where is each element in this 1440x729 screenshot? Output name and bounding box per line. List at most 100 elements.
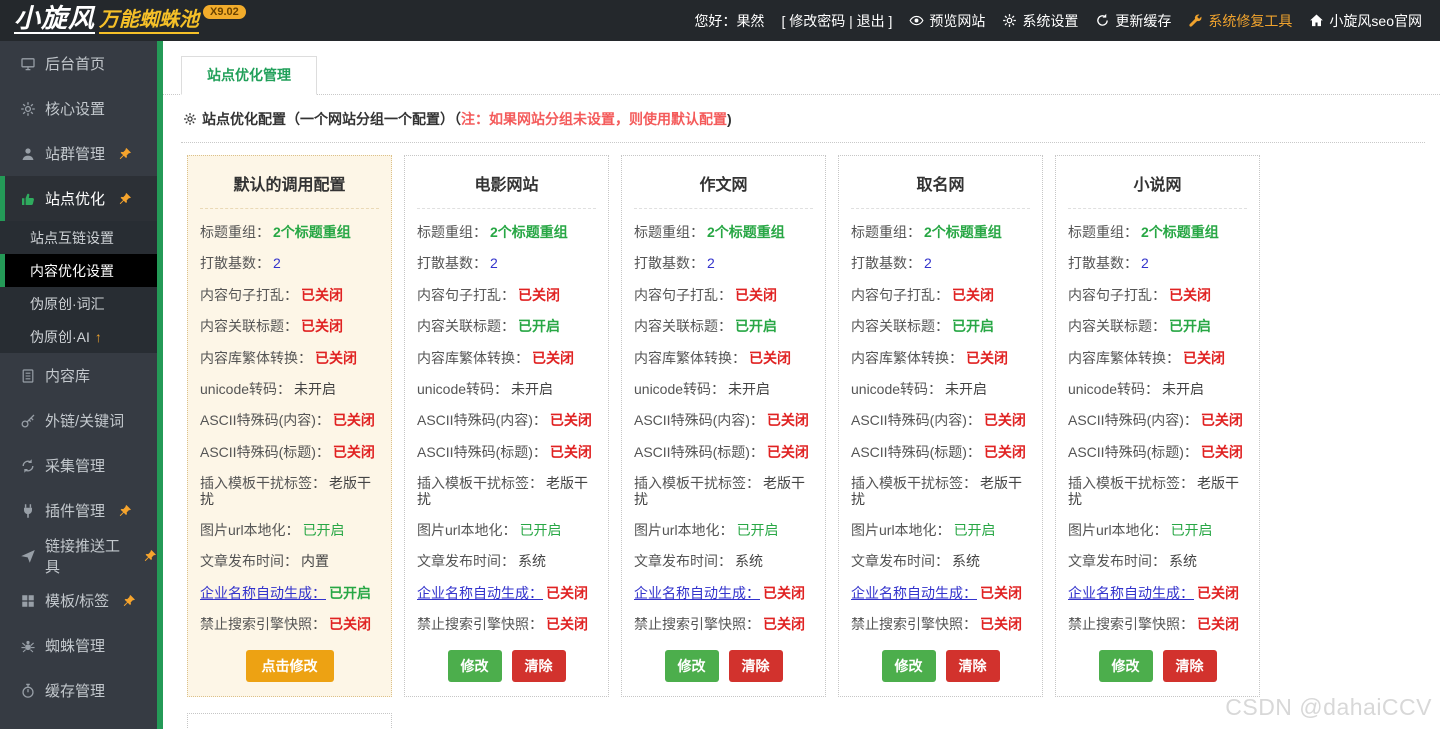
card-actions: 点击修改	[200, 650, 379, 682]
config-row-value: 已关闭	[763, 616, 805, 632]
config-row-value: 已关闭	[1197, 585, 1239, 601]
config-row-label: 内容句子打乱：	[851, 287, 949, 303]
header-nav-item[interactable]: 更新缓存	[1095, 11, 1171, 31]
config-row-label: 禁止搜索引擎快照：	[417, 616, 543, 632]
header-nav-item[interactable]: 系统修复工具	[1188, 11, 1292, 31]
card-action-button[interactable]: 清除	[729, 650, 783, 682]
sidebar-item-label: 核心设置	[45, 98, 105, 119]
config-row: 禁止搜索引擎快照：已关闭	[1068, 617, 1247, 632]
config-row-label: 标题重组：	[634, 224, 704, 240]
config-row-label: ASCII特殊码(标题)：	[634, 444, 764, 460]
config-cards: 默认的调用配置 标题重组：2个标题重组 打散基数：2 内容句子打乱：已关闭	[163, 143, 1440, 729]
sidebar-item[interactable]: 采集管理	[0, 443, 157, 488]
config-row-label[interactable]: 企业名称自动生成：	[1068, 585, 1194, 601]
config-row: ASCII特殊码(标题)：已关闭	[200, 445, 379, 460]
config-row-label: unicode转码：	[634, 381, 725, 397]
header-nav-item[interactable]: 预览网站	[909, 11, 985, 31]
sidebar-subitem[interactable]: 伪原创·AI ↑	[0, 320, 157, 353]
config-row-label: ASCII特殊码(标题)：	[417, 444, 547, 460]
card-action-button[interactable]: 修改	[882, 650, 936, 682]
config-row-label[interactable]: 企业名称自动生成：	[634, 585, 760, 601]
card-action-button[interactable]: 修改	[1099, 650, 1153, 682]
config-card: 默认的调用配置 标题重组：2个标题重组 打散基数：2 内容句子打乱：已关闭	[187, 155, 392, 697]
sidebar-item-label: 模板/标签	[45, 590, 109, 611]
config-row-label: 内容关联标题：	[200, 318, 298, 334]
config-row-label: 内容库繁体转换：	[851, 350, 963, 366]
pin-icon	[118, 192, 132, 206]
sidebar-item[interactable]: 核心设置	[0, 86, 157, 131]
config-row-label[interactable]: 企业名称自动生成：	[417, 585, 543, 601]
sidebar-subitem[interactable]: 内容优化设置	[0, 254, 157, 287]
config-row-value: 未开启	[1162, 381, 1204, 397]
sidebar-item[interactable]: 站群管理	[0, 131, 157, 176]
header-nav-item[interactable]: 系统设置	[1002, 11, 1078, 31]
sidebar-item[interactable]: 插件管理	[0, 488, 157, 533]
config-row-label: 图片url本地化：	[1068, 522, 1168, 538]
tab-site-optimization[interactable]: 站点优化管理	[181, 56, 317, 95]
card-title: 小说网	[1068, 156, 1247, 209]
timer-icon	[20, 683, 36, 699]
config-row-label: 内容库繁体转换：	[200, 350, 312, 366]
sidebar-item[interactable]: 后台首页	[0, 41, 157, 86]
sidebar-item[interactable]: 站点优化	[0, 176, 157, 221]
sidebar-item[interactable]: 蜘蛛管理	[0, 623, 157, 668]
card-action-button[interactable]: 清除	[946, 650, 1000, 682]
logo-text-secondary: 万能蜘蛛池	[99, 9, 199, 34]
config-row-value: 已关闭	[550, 444, 592, 460]
config-row-value: 已关闭	[767, 412, 809, 428]
card-title: 新闻站	[200, 714, 379, 729]
config-row-value: 2	[490, 255, 498, 271]
card-action-button[interactable]: 修改	[448, 650, 502, 682]
sidebar-item[interactable]: 模板/标签	[0, 578, 157, 623]
header-nav-item[interactable]: 小旋风seo官网	[1309, 11, 1422, 31]
logout-link[interactable]: 退出	[857, 13, 885, 29]
sidebar-item[interactable]: 缓存管理	[0, 668, 157, 713]
config-row-value: 已关闭	[1169, 287, 1211, 303]
config-row-label: 内容句子打乱：	[200, 287, 298, 303]
config-row-value: 已关闭	[952, 287, 994, 303]
config-row: ASCII特殊码(标题)：已关闭	[851, 445, 1030, 460]
card-action-button[interactable]: 点击修改	[246, 650, 334, 682]
config-row-value: 已开启	[1171, 522, 1213, 538]
account-links: [ 修改密码 | 退出 ]	[781, 11, 892, 31]
config-row-value: 系统	[735, 553, 763, 569]
card-action-button[interactable]: 修改	[665, 650, 719, 682]
config-row-value: 2个标题重组	[707, 224, 785, 240]
sidebar-item-label: 链接推送工具	[45, 535, 130, 577]
config-row-label: 打散基数：	[851, 255, 921, 271]
config-row: 标题重组：2个标题重组	[417, 225, 596, 240]
monitor-icon	[20, 56, 36, 72]
user-greeting: 您好：果然	[694, 11, 764, 31]
sidebar-subitem[interactable]: 站点互链设置	[0, 221, 157, 254]
sidebar-item-label: 内容库	[45, 365, 90, 386]
config-row-value: 已关闭	[966, 350, 1008, 366]
config-row: 插入模板干扰标签：老版干扰	[851, 476, 1030, 507]
config-row-label: 图片url本地化：	[200, 522, 300, 538]
change-password-link[interactable]: 修改密码	[789, 13, 845, 29]
config-card: 新闻站 标题重组：2个标题重组	[187, 713, 392, 729]
config-row: 图片url本地化：已开启	[200, 523, 379, 538]
app-logo[interactable]: 小旋风 万能蜘蛛池 X9.02	[0, 3, 260, 38]
logo-text-primary: 小旋风	[14, 5, 95, 34]
config-row: 企业名称自动生成：已关闭	[417, 586, 596, 601]
header-nav-label: 系统修复工具	[1208, 11, 1292, 31]
card-title: 电影网站	[417, 156, 596, 209]
card-action-button[interactable]: 清除	[512, 650, 566, 682]
config-row: 标题重组：2个标题重组	[200, 225, 379, 240]
config-row-value: 已关闭	[767, 444, 809, 460]
section-note: 注：如果网站分组未设置，则使用默认配置	[461, 109, 727, 129]
config-row-value: 已关闭	[532, 350, 574, 366]
card-rows: 标题重组：2个标题重组 打散基数：2 内容句子打乱：已关闭 内容关联标题：已开启	[851, 225, 1030, 632]
sidebar-item[interactable]: 内容库	[0, 353, 157, 398]
config-row-label[interactable]: 企业名称自动生成：	[851, 585, 977, 601]
card-action-button[interactable]: 清除	[1163, 650, 1217, 682]
sidebar-item-label: 插件管理	[45, 500, 105, 521]
config-row-label[interactable]: 企业名称自动生成：	[200, 585, 326, 601]
config-row-value: 已关闭	[546, 585, 588, 601]
sidebar-item[interactable]: 外链/关键词	[0, 398, 157, 443]
sidebar-item[interactable]: 链接推送工具	[0, 533, 157, 578]
sidebar-subitem[interactable]: 伪原创·词汇	[0, 287, 157, 320]
config-row: 插入模板干扰标签：老版干扰	[417, 476, 596, 507]
config-row: 插入模板干扰标签：老版干扰	[634, 476, 813, 507]
card-actions: 修改 清除	[851, 650, 1030, 682]
